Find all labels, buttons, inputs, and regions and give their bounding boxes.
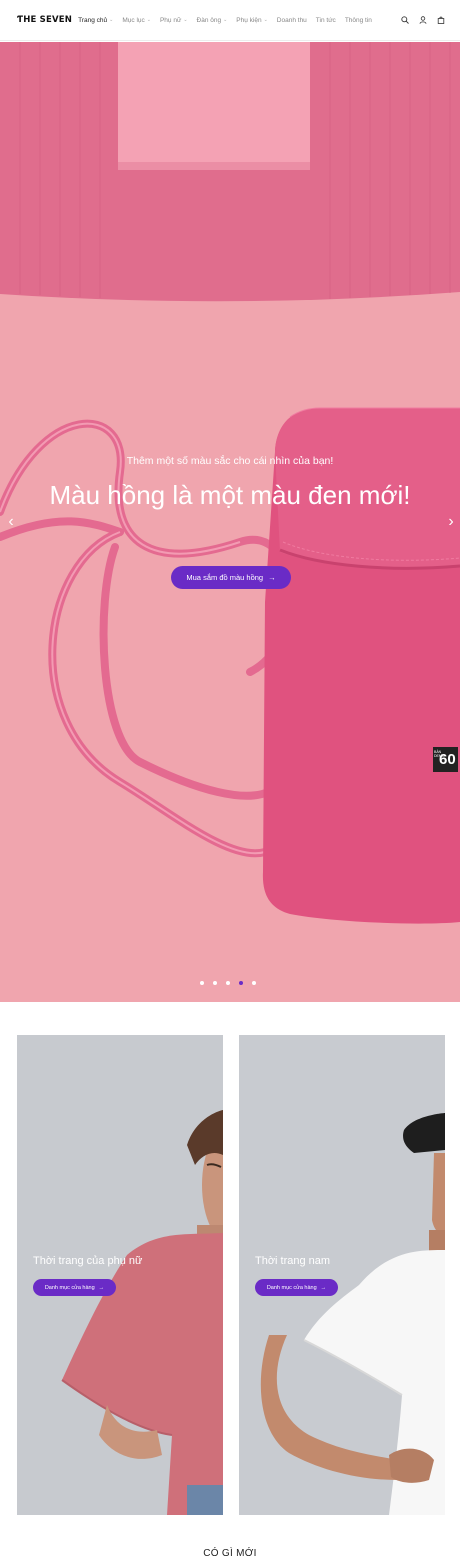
nav-item-label: Tin tức	[315, 16, 336, 24]
demo-badge-number: 60	[439, 751, 456, 768]
nav-item-news[interactable]: Tin tức	[316, 17, 336, 24]
hero-slider: Thêm một số màu sắc cho cái nhìn của bạn…	[0, 42, 460, 1002]
arrow-right-icon: →	[320, 1284, 327, 1291]
site-header: ƬHE SEVEN Trang chủ ⌄ Mục lục ⌄ Phụ nữ ⌄ Đà…	[0, 0, 460, 41]
category-card-men[interactable]: Thời trang nam Danh mục cửa hàng →	[239, 1035, 445, 1515]
chevron-down-icon: ⌄	[183, 17, 188, 23]
nav-item-accessories[interactable]: Phụ kiện ⌄	[236, 17, 268, 24]
chevron-left-icon: ‹	[8, 513, 14, 530]
shop-category-button-label: Danh mục cửa hàng	[266, 1284, 317, 1291]
slider-dot[interactable]	[200, 981, 204, 985]
nav-item-info[interactable]: Thông tin	[345, 17, 372, 24]
section-title-whats-new: CÓ GÌ MỚI	[203, 1548, 257, 1559]
women-model-image	[17, 1035, 223, 1515]
demo-badge[interactable]: BẢN DEMO 60	[433, 747, 458, 772]
shop-category-button[interactable]: Danh mục cửa hàng →	[255, 1279, 338, 1296]
nav-item-label: Phụ nữ	[159, 16, 182, 24]
cart-icon[interactable]	[436, 15, 446, 25]
arrow-right-icon: →	[98, 1284, 105, 1291]
nav-item-label: Doanh thu	[276, 16, 307, 24]
site-logo[interactable]: ƬHE SEVEN	[17, 15, 72, 25]
nav-item-label: Trang chủ	[78, 16, 108, 24]
nav-item-catalog[interactable]: Mục lục ⌄	[122, 17, 151, 24]
slider-dot[interactable]	[213, 981, 217, 985]
category-card-women[interactable]: Thời trang của phụ nữ Danh mục cửa hàng …	[17, 1035, 223, 1515]
hero-image	[0, 42, 460, 1002]
nav-item-label: Đàn ông	[196, 16, 222, 24]
chevron-down-icon: ⌄	[109, 17, 114, 23]
nav-item-label: Phụ kiện	[236, 16, 262, 24]
search-icon[interactable]	[400, 15, 410, 25]
hero-subtitle: Thêm một số màu sắc cho cái nhìn của bạn…	[126, 455, 334, 467]
slider-prev-button[interactable]: ‹	[4, 512, 18, 532]
nav-item-home[interactable]: Trang chủ ⌄	[78, 17, 113, 24]
shop-pink-button[interactable]: Mua sắm đồ màu hồng →	[171, 566, 291, 589]
chevron-right-icon: ›	[448, 513, 454, 530]
slider-dot[interactable]	[226, 981, 230, 985]
header-icons	[400, 15, 446, 25]
slider-dots	[200, 981, 256, 985]
slider-dot[interactable]	[252, 981, 256, 985]
nav-item-men[interactable]: Đàn ông ⌄	[197, 17, 228, 24]
card-title: Thời trang nam	[255, 1255, 331, 1267]
chevron-down-icon: ⌄	[223, 17, 228, 23]
nav-item-women[interactable]: Phụ nữ ⌄	[160, 17, 188, 24]
men-model-image	[239, 1035, 445, 1515]
shop-category-button[interactable]: Danh mục cửa hàng →	[33, 1279, 116, 1296]
slider-dot[interactable]	[239, 981, 243, 985]
main-nav: Trang chủ ⌄ Mục lục ⌄ Phụ nữ ⌄ Đàn ông ⌄ Phụ…	[78, 17, 400, 24]
user-icon[interactable]	[418, 15, 428, 25]
chevron-down-icon: ⌄	[146, 17, 151, 23]
slider-next-button[interactable]: ›	[444, 512, 458, 532]
card-title: Thời trang của phụ nữ	[33, 1255, 143, 1267]
nav-item-label: Mục lục	[122, 16, 145, 24]
shop-category-button-label: Danh mục cửa hàng	[44, 1284, 95, 1291]
arrow-right-icon: →	[268, 573, 276, 582]
nav-item-sales[interactable]: Doanh thu	[277, 17, 307, 24]
nav-item-label: Thông tin	[344, 16, 372, 24]
shop-pink-button-label: Mua sắm đồ màu hồng	[186, 573, 264, 582]
chevron-down-icon: ⌄	[263, 17, 268, 23]
hero-title: Màu hồng là một màu đen mới!	[49, 480, 411, 510]
